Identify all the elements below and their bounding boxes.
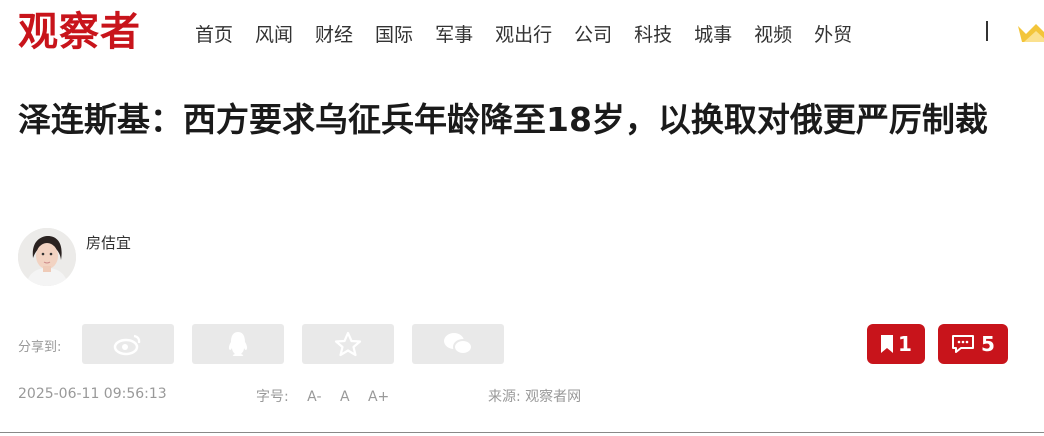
site-logo[interactable]: 观察者	[18, 6, 141, 58]
bookmark-icon	[881, 335, 894, 353]
qzone-star-icon	[334, 331, 362, 357]
nav-item-trade[interactable]: 外贸	[814, 20, 852, 47]
font-size-increase-button[interactable]: A+	[368, 389, 389, 405]
font-size-decrease-button[interactable]: A-	[307, 389, 321, 405]
comment-count: 5	[981, 332, 995, 356]
nav-item-city[interactable]: 城事	[694, 20, 732, 47]
nav-item-military[interactable]: 军事	[435, 20, 473, 47]
main-nav: 首页 风闻 财经 国际 军事 观出行 公司 科技 城事 视频 外贸	[195, 18, 874, 48]
share-label: 分享到:	[18, 340, 62, 355]
article-source: 来源: 观察者网	[488, 389, 582, 405]
vip-crown-icon[interactable]	[1016, 22, 1044, 44]
author-avatar[interactable]	[18, 228, 76, 286]
font-size-label: 字号:	[256, 389, 289, 405]
nav-separator	[986, 21, 988, 41]
bookmark-count: 1	[898, 332, 912, 356]
site-header: 观察者 首页 风闻 财经 国际 军事 观出行 公司 科技 城事 视频 外贸	[0, 0, 1044, 68]
bookmark-button[interactable]: 1	[867, 324, 925, 364]
nav-item-video[interactable]: 视频	[754, 20, 792, 47]
nav-item-tech[interactable]: 科技	[634, 20, 672, 47]
comment-icon	[952, 335, 975, 353]
wechat-icon	[444, 333, 473, 355]
font-size-normal-button[interactable]: A	[340, 389, 350, 405]
article-title: 泽连斯基：西方要求乌征兵年龄降至18岁，以换取对俄更严厉制裁	[18, 100, 988, 139]
publish-date: 2025-06-11 09:56:13	[18, 386, 167, 402]
share-qq-button[interactable]	[192, 324, 284, 364]
share-weibo-button[interactable]	[82, 324, 174, 364]
nav-item-mobility[interactable]: 观出行	[495, 20, 552, 47]
weibo-icon	[113, 334, 141, 356]
nav-item-fengwen[interactable]: 风闻	[255, 20, 293, 47]
font-size-controls: 字号: A- A A+	[256, 386, 403, 406]
share-qzone-button[interactable]	[302, 324, 394, 364]
author-name[interactable]: 房佶宜	[86, 232, 131, 253]
qq-icon	[228, 332, 248, 356]
nav-item-international[interactable]: 国际	[375, 20, 413, 47]
bottom-divider	[0, 432, 1044, 433]
comment-button[interactable]: 5	[938, 324, 1008, 364]
share-wechat-button[interactable]	[412, 324, 504, 364]
nav-item-company[interactable]: 公司	[574, 20, 612, 47]
nav-item-home[interactable]: 首页	[195, 20, 233, 47]
nav-item-finance[interactable]: 财经	[315, 20, 353, 47]
